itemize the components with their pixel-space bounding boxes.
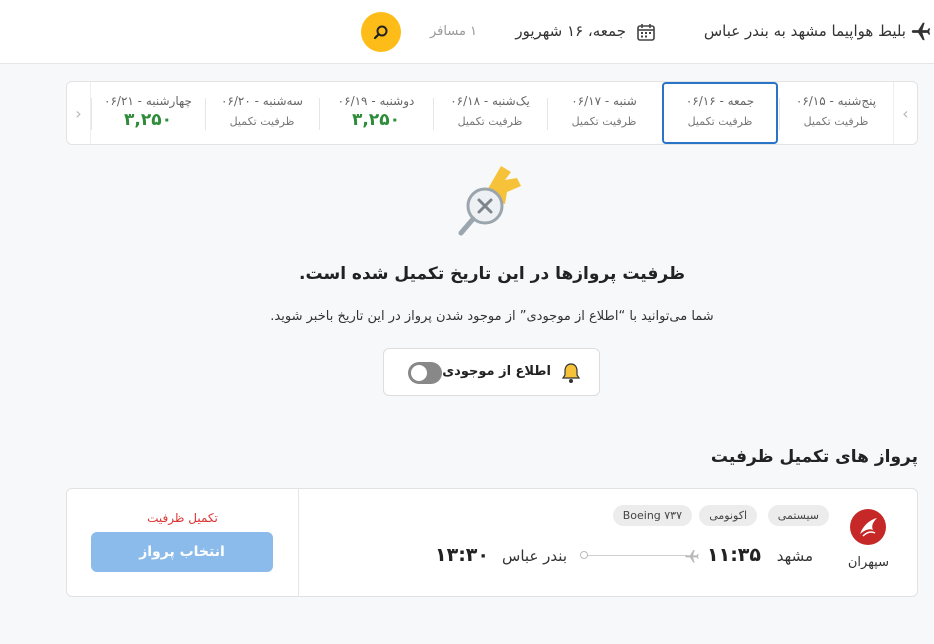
route-title[interactable]: بلیط هواپیما مشهد به بندر عباس bbox=[704, 22, 906, 40]
departure-time: ۱۱:۳۵ bbox=[707, 544, 761, 566]
date-tab-thu[interactable]: پنج‌شنبه - ۰۶/۱۵ ظرفیت تکمیل bbox=[779, 82, 893, 144]
date-label: یک‌شنبه - ۰۶/۱۸ bbox=[450, 94, 530, 108]
top-header: بلیط هواپیما مشهد به بندر عباس جمعه، ۱۶ … bbox=[0, 0, 934, 64]
notify-toggle[interactable] bbox=[408, 362, 442, 384]
select-flight-button[interactable]: انتخاب پرواز bbox=[91, 532, 273, 572]
route-line bbox=[585, 555, 687, 556]
date-label: دوشنبه - ۰۶/۱۹ bbox=[337, 94, 415, 108]
date-tab-fri[interactable]: جمعه - ۰۶/۱۶ ظرفیت تکمیل bbox=[662, 82, 778, 144]
date-price: ۳,۲۵۰ bbox=[124, 110, 172, 130]
passenger-count[interactable]: ۱ مسافر bbox=[430, 24, 477, 39]
section-title: پرواز های تکمیل ظرفیت bbox=[710, 447, 918, 467]
date-tab-tue[interactable]: سه‌شنبه - ۰۶/۲۰ ظرفیت تکمیل bbox=[205, 82, 319, 144]
origin-city: مشهد bbox=[776, 547, 813, 565]
notify-label: اطلاع از موجودی bbox=[442, 364, 551, 379]
capacity-status: تکمیل ظرفیت bbox=[147, 511, 218, 525]
empty-state-subtitle: شما می‌توانید با “اطلاع از موجودی” از مو… bbox=[270, 309, 714, 324]
route-end-dot bbox=[580, 551, 588, 559]
availability-notify-box: اطلاع از موجودی bbox=[383, 348, 600, 396]
date-status: ظرفیت تکمیل bbox=[803, 115, 869, 128]
tag-class: اکونومی bbox=[699, 505, 757, 526]
search-icon bbox=[373, 25, 388, 40]
date-status: ظرفیت تکمیل bbox=[229, 115, 295, 128]
date-price: ۳,۲۵۰ bbox=[352, 110, 400, 130]
date-status: ظرفیت تکمیل bbox=[457, 115, 523, 128]
next-dates-button[interactable]: › bbox=[67, 82, 91, 144]
prev-dates-button[interactable]: ‹ bbox=[893, 82, 917, 144]
date-tab-sat[interactable]: شنبه - ۰۶/۱۷ ظرفیت تکمیل bbox=[547, 82, 661, 144]
date-label: چهارشنبه - ۰۶/۲۱ bbox=[104, 94, 192, 108]
date-tab-wed[interactable]: چهارشنبه - ۰۶/۲۱ ۳,۲۵۰ bbox=[91, 82, 205, 144]
date-label: شنبه - ۰۶/۱۷ bbox=[571, 94, 637, 108]
arrival-time: ۱۳:۳۰ bbox=[435, 544, 489, 566]
toggle-knob bbox=[411, 365, 427, 381]
destination-city: بندر عباس bbox=[502, 547, 567, 565]
date-label: سه‌شنبه - ۰۶/۲۰ bbox=[220, 94, 303, 108]
date-status: ظرفیت تکمیل bbox=[571, 115, 637, 128]
date-label: جمعه - ۰۶/۱۶ bbox=[685, 94, 755, 108]
chevron-right-icon: ‹ bbox=[902, 103, 909, 123]
card-divider bbox=[298, 489, 299, 596]
date-tab-mon[interactable]: دوشنبه - ۰۶/۱۹ ۳,۲۵۰ bbox=[319, 82, 433, 144]
no-flight-illustration-icon bbox=[458, 166, 521, 236]
date-tab-sun[interactable]: یک‌شنبه - ۰۶/۱۸ ظرفیت تکمیل bbox=[433, 82, 547, 144]
date-status: ظرفیت تکمیل bbox=[687, 115, 753, 128]
flight-card: سپهران سیستمی اکونومی Boeing ۷۳۷ مشهد ۱۱… bbox=[66, 488, 918, 597]
tag-aircraft: Boeing ۷۳۷ bbox=[612, 505, 692, 526]
airline-name: سپهران bbox=[847, 555, 889, 570]
calendar-icon[interactable] bbox=[636, 22, 656, 42]
bell-icon bbox=[561, 363, 581, 383]
travel-date[interactable]: جمعه، ۱۶ شهریور bbox=[515, 22, 626, 40]
date-label: پنج‌شنبه - ۰۶/۱۵ bbox=[795, 94, 877, 108]
empty-state-title: ظرفیت پروازها در این تاریخ تکمیل شده است… bbox=[299, 264, 685, 284]
chevron-left-icon: › bbox=[75, 103, 82, 123]
small-airplane-icon bbox=[685, 550, 699, 563]
search-button[interactable] bbox=[361, 12, 401, 52]
airline-logo-icon bbox=[850, 509, 886, 545]
airplane-icon bbox=[911, 22, 931, 41]
tag-system: سیستمی bbox=[767, 505, 829, 526]
date-strip: ‹ پنج‌شنبه - ۰۶/۱۵ ظرفیت تکمیل جمعه - ۰۶… bbox=[66, 81, 918, 145]
